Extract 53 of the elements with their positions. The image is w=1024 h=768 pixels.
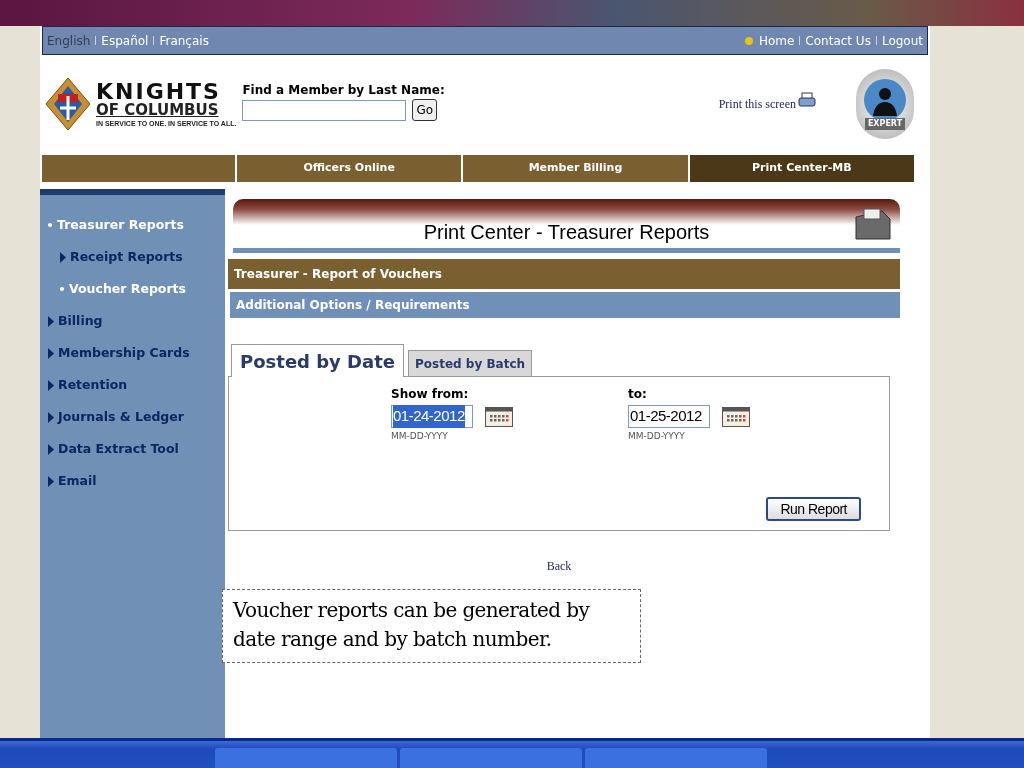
- sidebar-item[interactable]: Receipt Reports: [70, 247, 183, 267]
- calendar-icon[interactable]: [485, 406, 513, 427]
- report-tab[interactable]: Posted by Date: [231, 344, 405, 377]
- search-label: Find a Member by Last Name:: [242, 82, 445, 99]
- top-link[interactable]: Contact Us: [805, 31, 871, 50]
- bullet-icon: [60, 287, 64, 291]
- nav-tab[interactable]: Officers Online: [237, 155, 462, 182]
- sidebar-item[interactable]: Membership Cards: [58, 343, 190, 363]
- arrow-icon: [48, 347, 54, 359]
- nav-tab[interactable]: Member Billing: [463, 155, 688, 182]
- arrow-icon: [48, 315, 54, 327]
- emblem-icon: [44, 76, 92, 132]
- calendar-icon[interactable]: [722, 406, 750, 427]
- callout-text: Voucher reports can be generated by date range and by batch number.: [233, 598, 590, 651]
- go-button[interactable]: Go: [412, 99, 438, 121]
- language-link[interactable]: Español: [101, 31, 149, 50]
- printer-icon[interactable]: [798, 92, 816, 108]
- badge-label: EXPERT: [864, 118, 906, 130]
- sidebar-item[interactable]: Voucher Reports: [69, 279, 186, 299]
- sidebar-item[interactable]: Billing: [58, 311, 103, 331]
- report-tab[interactable]: Posted by Batch: [408, 350, 533, 376]
- printer-icon: [852, 207, 892, 243]
- arrow-icon: [60, 251, 66, 263]
- date-field[interactable]: 01-24-2012: [391, 405, 473, 428]
- top-link[interactable]: Home: [758, 31, 795, 50]
- subsection-header: Additional Options / Requirements: [230, 292, 900, 318]
- date-field[interactable]: 01-25-2012: [628, 405, 710, 428]
- date-format-hint: MM-DD-YYYY: [628, 430, 686, 443]
- language-link[interactable]: Français: [159, 31, 209, 50]
- arrow-icon: [48, 379, 54, 391]
- language-link[interactable]: English: [47, 31, 91, 50]
- logo-title: KNIGHTS: [96, 81, 222, 103]
- back-link[interactable]: Back: [546, 557, 572, 575]
- arrow-icon: [48, 411, 54, 423]
- field-label: to:: [628, 386, 648, 403]
- logo-subtitle: OF COLUMBUS: [96, 103, 220, 118]
- nav-tab[interactable]: Print Center-MB: [689, 155, 914, 182]
- section-header: Treasurer - Report of Vouchers: [228, 259, 900, 289]
- print-link[interactable]: Print this screen: [718, 95, 796, 113]
- search-field[interactable]: [242, 99, 407, 121]
- date-format-hint: MM-DD-YYYY: [391, 430, 449, 443]
- page-title: Print Center - Treasurer Reports: [423, 220, 710, 245]
- sidebar-item[interactable]: Treasurer Reports: [57, 215, 184, 235]
- bullet-icon: [48, 223, 52, 227]
- field-label: Show from:: [391, 386, 470, 403]
- sidebar-item[interactable]: Retention: [58, 375, 128, 395]
- arrow-icon: [48, 443, 54, 455]
- sidebar-item[interactable]: Journals & Ledger: [58, 407, 184, 427]
- top-link[interactable]: Logout: [881, 31, 923, 50]
- arrow-icon: [48, 475, 54, 487]
- sidebar-item[interactable]: Email: [58, 471, 97, 491]
- run-report-button[interactable]: Run Report: [766, 497, 861, 521]
- sidebar-item[interactable]: Data Extract Tool: [58, 439, 179, 459]
